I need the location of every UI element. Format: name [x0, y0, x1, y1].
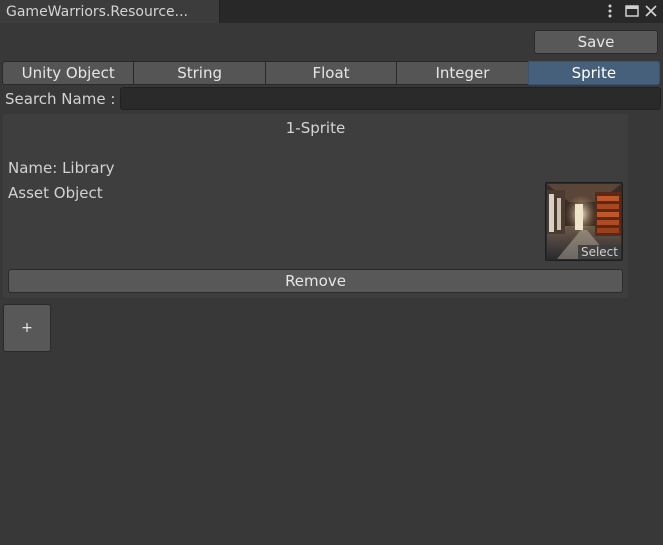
maximize-icon[interactable] [623, 2, 641, 20]
tab-string[interactable]: String [133, 61, 266, 85]
window-tab[interactable]: GameWarriors.Resource... [0, 0, 220, 23]
search-input[interactable] [120, 87, 661, 110]
entry-card: 1-Sprite Name: Library Asset Object Sele… [3, 114, 628, 298]
tab-sprite[interactable]: Sprite [527, 61, 661, 85]
entry-title: 1-Sprite [285, 119, 346, 137]
add-entry-button[interactable]: + [3, 304, 51, 352]
tab-unity-object[interactable]: Unity Object [2, 61, 135, 85]
tab-float[interactable]: Float [264, 61, 398, 85]
window-titlebar: GameWarriors.Resource... [0, 0, 663, 23]
close-icon[interactable] [642, 2, 660, 20]
sprite-object-field[interactable]: Select [545, 182, 623, 261]
save-button[interactable]: Save [534, 30, 658, 54]
asset-object-label: Asset Object [8, 184, 103, 202]
entry-name-label: Name: Library [8, 159, 115, 177]
window-tab-title: GameWarriors.Resource... [6, 4, 188, 20]
tab-integer[interactable]: Integer [396, 61, 529, 85]
sprite-select-button[interactable]: Select [577, 245, 621, 259]
search-label: Search Name : [5, 90, 116, 108]
type-tabs: Unity Object String Float Integer Sprite [2, 61, 661, 85]
kebab-menu-icon[interactable] [601, 2, 619, 20]
remove-button[interactable]: Remove [8, 269, 623, 293]
